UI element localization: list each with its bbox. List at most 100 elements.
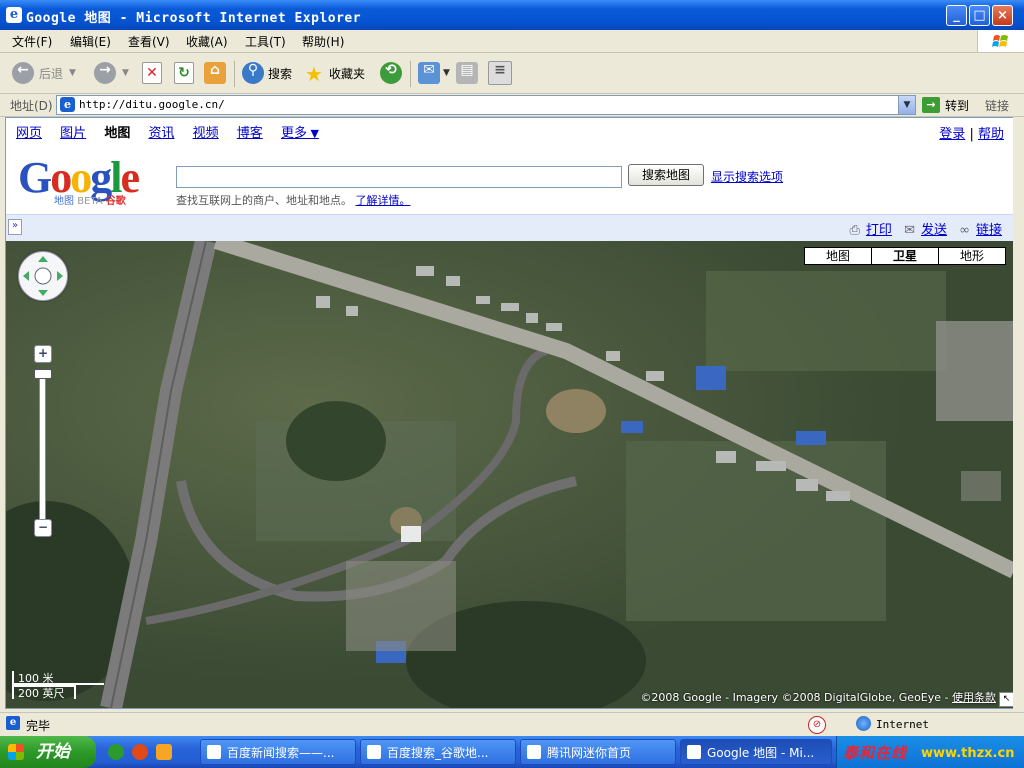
maximize-button[interactable]: □ (969, 5, 990, 26)
links-label[interactable]: 链接 (985, 97, 1009, 114)
history-button[interactable]: ⟲ (380, 60, 402, 86)
stop-icon: ✕ (142, 62, 162, 84)
mail-button[interactable]: ✉ ▼ (418, 60, 450, 86)
menu-favorites[interactable]: 收藏(A) (186, 33, 228, 50)
quicklaunch-icon[interactable] (108, 744, 124, 760)
back-arrow-icon: ← (12, 62, 34, 84)
chain-link-icon: ∞ (959, 223, 970, 238)
toolbar: ← 后退 ▼ → ▼ ✕ ↻ ⌂ ⚲ 搜索 ★ 收藏夹 ⟲ ✉ ▼ ▤ ≡ (0, 53, 1024, 94)
learn-more-link[interactable]: 了解详情。 (356, 194, 411, 207)
print-link[interactable]: 打印 (866, 223, 892, 238)
task-label: Google 地图 - Mi... (707, 746, 815, 760)
edit-button[interactable]: ≡ (488, 60, 512, 86)
address-url: http://ditu.google.cn/ (79, 98, 225, 111)
ie-icon (207, 745, 221, 759)
logo-subtitle: 地图 BETA 谷歌 (54, 192, 126, 207)
nav-maps: 地图 (104, 126, 131, 141)
terms-link[interactable]: 使用条款 (952, 691, 996, 704)
nav-web[interactable]: 网页 (16, 126, 42, 141)
search-maps-button[interactable]: 搜索地图 (628, 164, 704, 186)
map-copyright: ©2008 Google - Imagery ©2008 DigitalGlob… (640, 689, 996, 705)
task-label: 百度搜索_谷歌地... (387, 746, 489, 760)
zoom-in-button[interactable]: + (34, 345, 52, 363)
search-button[interactable]: ⚲ 搜索 (242, 60, 292, 86)
menu-edit[interactable]: 编辑(E) (70, 33, 111, 50)
chevron-down-icon: ▼ (122, 68, 129, 78)
back-button[interactable]: ← 后退 ▼ (12, 60, 76, 86)
account-links: 登录 | 帮助 (939, 123, 1004, 142)
forward-button[interactable]: → ▼ (94, 60, 129, 86)
ie-icon (687, 745, 701, 759)
resize-map-icon[interactable]: ↖ (999, 692, 1014, 707)
star-icon: ★ (305, 62, 323, 86)
address-bar: 地址(D) e http://ditu.google.cn/ ▼ → 转到 链接 (0, 94, 1024, 117)
mail-icon: ✉ (418, 62, 440, 84)
zoom-slider-track[interactable] (39, 371, 46, 521)
popup-blocked-icon[interactable]: ⊘ (808, 716, 826, 734)
copyright-text: ©2008 Google - Imagery ©2008 DigitalGlob… (640, 691, 952, 704)
pan-control[interactable] (18, 251, 68, 301)
task-baidu-news[interactable]: 百度新闻搜索——... (200, 739, 356, 765)
help-link[interactable]: 帮助 (978, 127, 1004, 142)
tray-watermark-site: www.thzx.cn (921, 746, 1015, 761)
zoom-slider-thumb[interactable] (34, 369, 52, 379)
login-link[interactable]: 登录 (939, 127, 965, 142)
map-action-links: ⎙ 打印 ✉ 发送 ∞ 链接 (842, 219, 1002, 238)
logo-sub-beta: BETA (77, 196, 103, 207)
task-google-maps[interactable]: Google 地图 - Mi... (680, 739, 832, 765)
menu-tools[interactable]: 工具(T) (245, 33, 286, 50)
home-button[interactable]: ⌂ (204, 60, 226, 86)
home-icon: ⌂ (204, 62, 226, 84)
menu-bar: 文件(F) 编辑(E) 查看(V) 收藏(A) 工具(T) 帮助(H) (0, 30, 1024, 53)
show-search-options-link[interactable]: 显示搜索选项 (711, 168, 783, 185)
taskbar: 开始 百度新闻搜索——... 百度搜索_谷歌地... 腾讯网迷你首页 Googl… (0, 736, 1024, 768)
menu-file[interactable]: 文件(F) (12, 33, 52, 50)
stop-button[interactable]: ✕ (142, 60, 162, 86)
nav-blogs[interactable]: 博客 (237, 126, 263, 141)
map-type-map[interactable]: 地图 (805, 248, 872, 264)
tray-watermark-text: 泰和在线 (843, 744, 908, 762)
address-dropdown-icon[interactable]: ▼ (898, 96, 915, 114)
task-qq-home[interactable]: 腾讯网迷你首页 (520, 739, 676, 765)
go-arrow-icon[interactable]: → (922, 97, 940, 113)
search-input[interactable] (176, 166, 622, 188)
favorites-button[interactable]: ★ 收藏夹 (303, 60, 365, 86)
search-hint-text: 查找互联网上的商户、地址和地点。 (176, 194, 352, 207)
go-button[interactable]: 转到 (945, 97, 969, 114)
zoom-out-button[interactable]: − (34, 519, 52, 537)
quicklaunch-icon[interactable] (132, 744, 148, 760)
start-button[interactable]: 开始 (0, 736, 96, 768)
forward-arrow-icon: → (94, 62, 116, 84)
quicklaunch-icon[interactable] (156, 744, 172, 760)
close-button[interactable]: × (992, 5, 1013, 26)
edit-page-icon: ≡ (488, 61, 512, 85)
task-baidu-search[interactable]: 百度搜索_谷歌地... (360, 739, 516, 765)
print-button[interactable]: ▤ (456, 60, 478, 86)
map-type-terrain[interactable]: 地形 (939, 248, 1005, 264)
minimize-button[interactable]: _ (946, 5, 967, 26)
nav-news[interactable]: 资讯 (148, 126, 174, 141)
task-label: 腾讯网迷你首页 (547, 746, 632, 760)
security-zone: Internet (876, 718, 929, 731)
map-type-switcher: 地图 卫星 地形 (804, 247, 1006, 265)
menu-view[interactable]: 查看(V) (128, 33, 170, 50)
link-link[interactable]: 链接 (976, 223, 1002, 238)
map-toolbar: » ⎙ 打印 ✉ 发送 ∞ 链接 (6, 214, 1014, 241)
envelope-icon: ✉ (904, 223, 915, 238)
satellite-map[interactable]: 地图 卫星 地形 + − 100 米 200 英尺 ©2008 Google -… (6, 241, 1014, 708)
refresh-button[interactable]: ↻ (174, 60, 194, 86)
search-label: 搜索 (268, 66, 293, 81)
send-link[interactable]: 发送 (921, 223, 947, 238)
search-icon: ⚲ (242, 62, 264, 84)
nav-more[interactable]: 更多 (281, 126, 319, 141)
address-input[interactable]: e http://ditu.google.cn/ ▼ (56, 95, 916, 115)
menu-help[interactable]: 帮助(H) (302, 33, 344, 50)
collapse-panel-button[interactable]: » (8, 219, 22, 235)
address-label: 地址(D) (10, 99, 53, 113)
map-type-satellite[interactable]: 卫星 (872, 248, 939, 264)
nav-video[interactable]: 视频 (193, 126, 219, 141)
nav-images[interactable]: 图片 (60, 126, 86, 141)
title-bar: e Google 地图 - Microsoft Internet Explore… (0, 0, 1024, 30)
windows-logo-icon (977, 30, 1024, 52)
status-text: 完毕 (26, 719, 51, 733)
